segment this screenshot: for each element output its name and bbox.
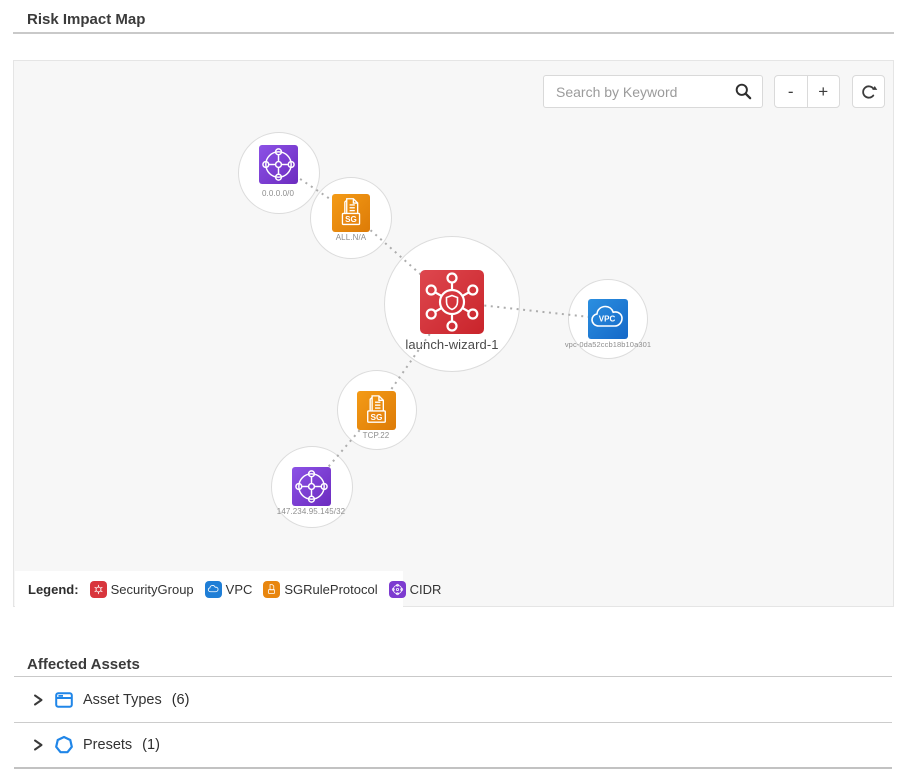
zoom-in-button[interactable]: +: [807, 76, 839, 107]
page-title: Risk Impact Map: [27, 11, 145, 28]
chevron-right-icon[interactable]: [31, 738, 45, 752]
search-input[interactable]: [543, 75, 763, 108]
sg-rule-protocol-icon[interactable]: SG: [332, 194, 370, 232]
title-divider: [13, 32, 894, 34]
node-label: TCP.22: [326, 431, 426, 440]
row-count: (1): [142, 737, 160, 753]
row-label: Presets: [83, 737, 132, 753]
affected-assets-title: Affected Assets: [27, 656, 140, 673]
legend-label: SecurityGroup: [111, 582, 194, 597]
security-group-icon[interactable]: [420, 270, 484, 334]
legend-item-sgruleprotocol: SGRuleProtocol: [263, 581, 377, 598]
cidr-icon: [389, 581, 406, 598]
legend-label: CIDR: [410, 582, 442, 597]
vpc-icon: [205, 581, 222, 598]
cidr-icon[interactable]: [259, 145, 298, 184]
sg-rule-protocol-icon[interactable]: SG: [357, 391, 396, 430]
vpc-icon[interactable]: VPC: [588, 299, 628, 339]
legend-bar: Legend: SecurityGroup VPC: [15, 571, 403, 607]
node-label: ALL.N/A: [301, 233, 401, 242]
sg-rule-protocol-icon: [263, 581, 280, 598]
security-group-icon: [90, 581, 107, 598]
search-box: [543, 75, 763, 108]
chevron-right-icon[interactable]: [31, 693, 45, 707]
sg-glyph-text: SG: [345, 215, 357, 224]
legend-item-securitygroup: SecurityGroup: [90, 581, 194, 598]
asset-types-icon: [54, 690, 74, 710]
legend-title: Legend:: [28, 582, 79, 597]
cidr-icon[interactable]: [292, 467, 331, 506]
search-icon[interactable]: [734, 82, 753, 101]
node-label: 0.0.0.0/0: [228, 189, 328, 198]
sg-glyph-text: SG: [371, 413, 383, 422]
vpc-glyph-text: VPC: [599, 315, 616, 324]
legend-item-vpc: VPC: [205, 581, 253, 598]
risk-impact-map-canvas: 0.0.0.0/0 ALL.N/A launch-wizard-1 vpc-0d…: [13, 60, 894, 607]
node-label: launch-wizard-1: [377, 337, 527, 352]
presets-icon: [54, 735, 74, 755]
zoom-out-button[interactable]: -: [775, 76, 807, 107]
node-label: vpc-0da52ccb18b10a301: [533, 340, 683, 349]
legend-label: SGRuleProtocol: [284, 582, 377, 597]
legend-label: VPC: [226, 582, 253, 597]
refresh-icon: [860, 83, 878, 101]
legend-item-cidr: CIDR: [389, 581, 442, 598]
row-count: (6): [172, 692, 190, 708]
row-label: Asset Types: [83, 692, 162, 708]
asset-row-asset-types[interactable]: Asset Types (6): [14, 677, 892, 723]
refresh-button[interactable]: [852, 75, 885, 108]
asset-row-presets[interactable]: Presets (1): [14, 723, 892, 769]
node-label: 147.234.95.145/32: [241, 507, 381, 516]
zoom-controls: - +: [774, 75, 840, 108]
